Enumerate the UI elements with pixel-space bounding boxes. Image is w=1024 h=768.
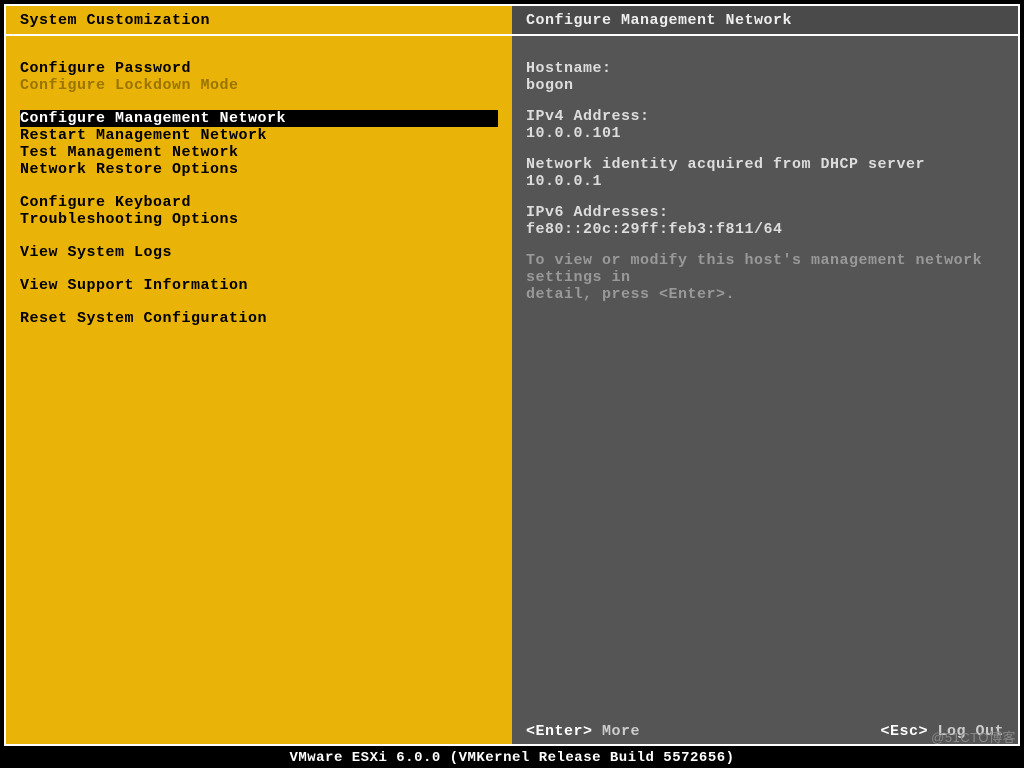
menu-view-system-logs[interactable]: View System Logs	[20, 244, 498, 261]
dhcp-message: Network identity acquired from DHCP serv…	[526, 156, 1004, 190]
hostname-label: Hostname:	[526, 60, 1004, 77]
footer-left	[6, 720, 512, 744]
menu-test-management-network[interactable]: Test Management Network	[20, 144, 498, 161]
menu-configure-lockdown-mode: Configure Lockdown Mode	[20, 77, 498, 94]
ipv6-label: IPv6 Addresses:	[526, 204, 1004, 221]
menu-network-restore-options[interactable]: Network Restore Options	[20, 161, 498, 178]
details-panel: Hostname: bogon IPv4 Address: 10.0.0.101…	[512, 36, 1018, 720]
menu-configure-keyboard[interactable]: Configure Keyboard	[20, 194, 498, 211]
menu-view-support-information[interactable]: View Support Information	[20, 277, 498, 294]
enter-action: More	[593, 723, 641, 740]
enter-key-label: <Enter>	[526, 723, 593, 740]
menu-configure-management-network[interactable]: Configure Management Network	[20, 110, 498, 127]
ipv6-value: fe80::20c:29ff:feb3:f811/64	[526, 221, 1004, 238]
ipv4-label: IPv4 Address:	[526, 108, 1004, 125]
status-bar: VMware ESXi 6.0.0 (VMKernel Release Buil…	[0, 748, 1024, 768]
hint-line-2: detail, press <Enter>.	[526, 286, 1004, 303]
hint-line-1: To view or modify this host's management…	[526, 252, 1004, 286]
ipv4-value: 10.0.0.101	[526, 125, 1004, 142]
esc-key-label: <Esc>	[880, 723, 928, 740]
menu-reset-system-configuration[interactable]: Reset System Configuration	[20, 310, 498, 327]
enter-hint[interactable]: <Enter> More	[526, 720, 640, 744]
menu-configure-password[interactable]: Configure Password	[20, 60, 498, 77]
menu-troubleshooting-options[interactable]: Troubleshooting Options	[20, 211, 498, 228]
right-panel-header: Configure Management Network	[512, 6, 1018, 36]
left-panel-header: System Customization	[6, 6, 512, 36]
menu-restart-management-network[interactable]: Restart Management Network	[20, 127, 498, 144]
hostname-value: bogon	[526, 77, 1004, 94]
menu-panel: Configure Password Configure Lockdown Mo…	[6, 36, 512, 720]
watermark: @51CTO博客	[931, 727, 1016, 746]
